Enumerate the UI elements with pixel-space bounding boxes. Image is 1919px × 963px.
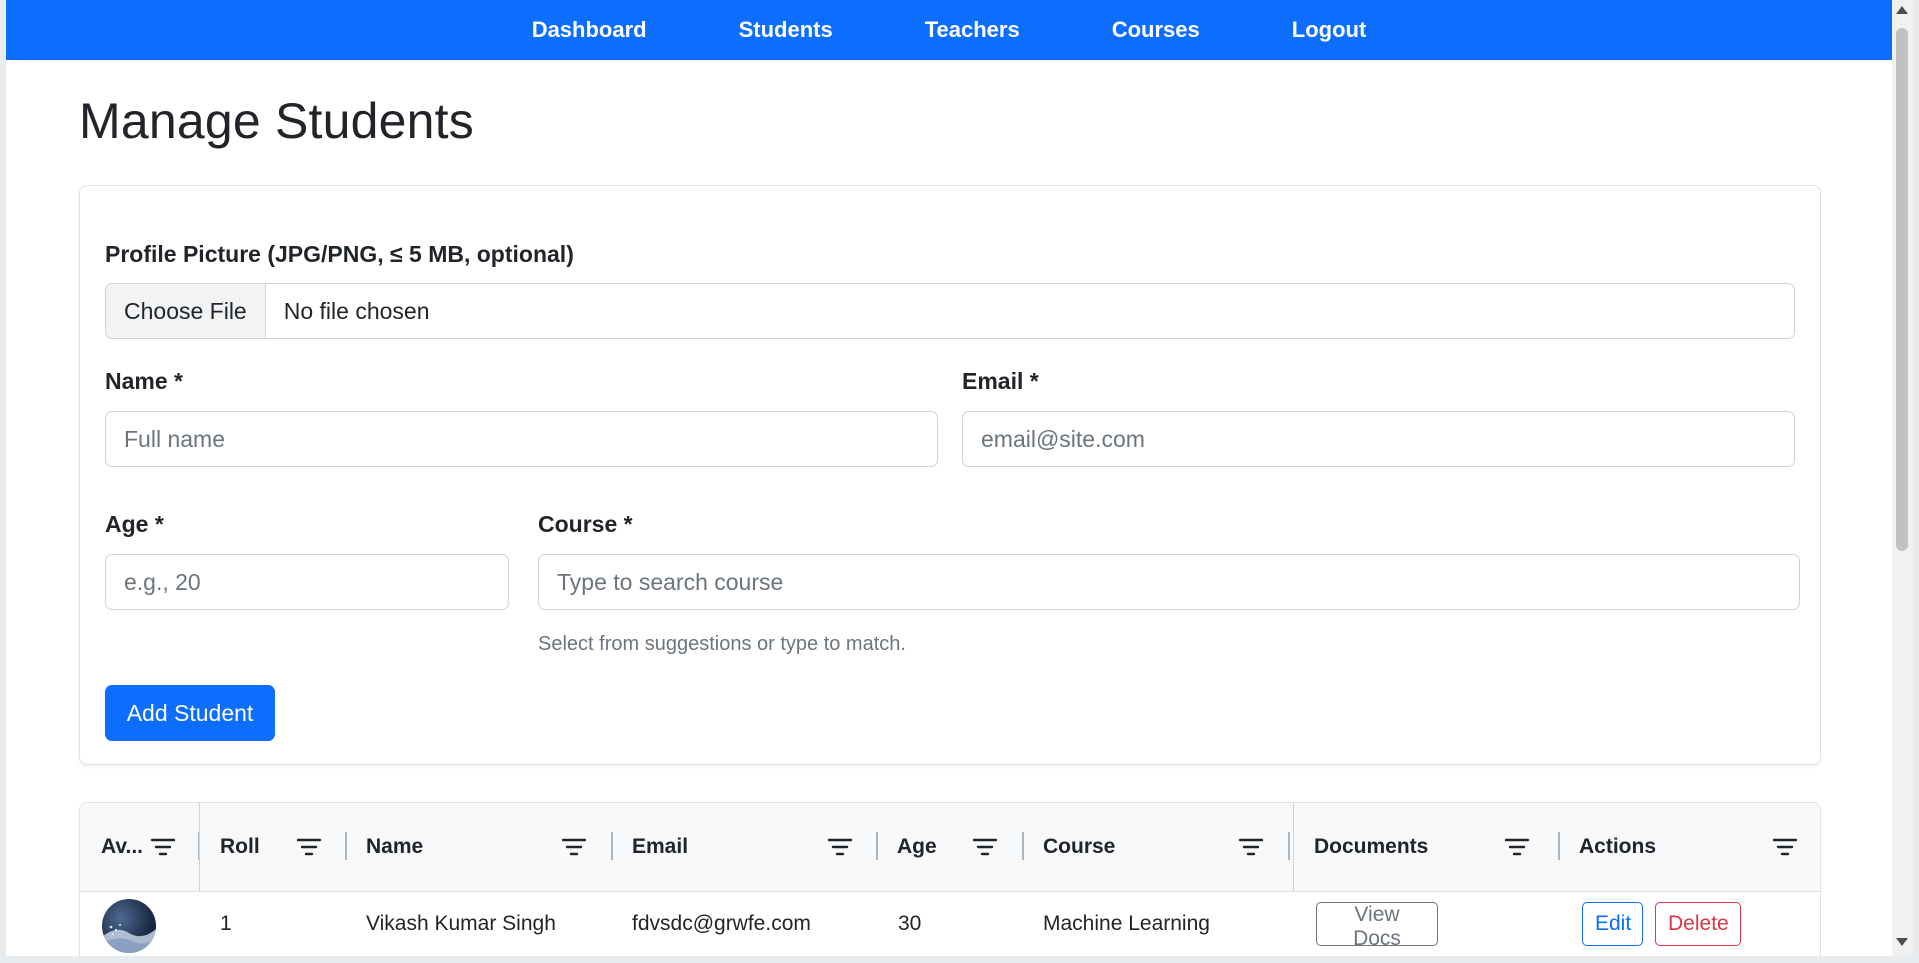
filter-icon[interactable] — [1773, 837, 1797, 857]
name-input[interactable] — [105, 411, 938, 467]
filter-icon[interactable] — [1239, 837, 1263, 857]
col-header-label: Age — [897, 835, 937, 858]
cell-age: 30 — [898, 912, 922, 935]
col-header-avatar[interactable]: Av... — [80, 803, 198, 891]
col-header-label: Email — [632, 835, 689, 858]
col-header-label: Roll — [220, 835, 260, 858]
choose-file-button[interactable]: Choose File — [106, 284, 266, 338]
nav-teachers[interactable]: Teachers — [925, 17, 1020, 43]
col-header-label: Name — [366, 835, 424, 858]
name-label: Name * — [105, 368, 183, 394]
delete-button[interactable]: Delete — [1655, 902, 1741, 946]
col-resize-handle[interactable] — [1288, 832, 1290, 860]
page-title: Manage Students — [79, 93, 474, 149]
email-input[interactable] — [962, 411, 1795, 467]
filter-icon[interactable] — [1505, 837, 1529, 857]
col-header-roll[interactable]: Roll — [199, 803, 345, 891]
col-header-label: Actions — [1579, 835, 1657, 858]
filter-icon[interactable] — [973, 837, 997, 857]
scroll-thumb[interactable] — [1896, 28, 1908, 551]
email-label: Email * — [962, 368, 1039, 394]
avatar — [102, 899, 156, 953]
cell-email: fdvsdc@grwfe.com — [632, 912, 811, 935]
file-status-text: No file chosen — [283, 297, 430, 324]
col-header-age[interactable]: Age — [876, 803, 1022, 891]
filter-icon[interactable] — [828, 837, 852, 857]
page-scrollbar[interactable] — [1892, 0, 1913, 956]
age-label: Age * — [105, 511, 164, 537]
app-viewport: Dashboard Students Teachers Courses Logo… — [6, 0, 1892, 956]
avatar-photo-icon — [102, 924, 156, 953]
scroll-up-arrow-icon[interactable] — [1896, 6, 1908, 14]
filter-icon[interactable] — [562, 837, 586, 857]
cell-course: Machine Learning — [1043, 912, 1210, 935]
students-table: Av... Roll Name Email Age Course Documen… — [79, 802, 1821, 956]
col-header-label: Av... — [101, 835, 144, 858]
course-help-text: Select from suggestions or type to match… — [538, 633, 906, 655]
cell-roll: 1 — [220, 912, 232, 935]
table-row: 1 Vikash Kumar Singh fdvsdc@grwfe.com 30… — [80, 891, 1820, 956]
nav-courses[interactable]: Courses — [1112, 17, 1200, 43]
add-student-form: Profile Picture (JPG/PNG, ≤ 5 MB, option… — [79, 185, 1821, 765]
edit-button[interactable]: Edit — [1582, 902, 1643, 946]
nav-dashboard[interactable]: Dashboard — [532, 17, 647, 43]
nav-logout[interactable]: Logout — [1292, 17, 1367, 43]
age-input[interactable] — [105, 554, 509, 610]
top-navbar: Dashboard Students Teachers Courses Logo… — [6, 0, 1892, 60]
col-header-label: Course — [1043, 835, 1116, 858]
nav-students[interactable]: Students — [739, 17, 833, 43]
profile-picture-label: Profile Picture (JPG/PNG, ≤ 5 MB, option… — [105, 241, 574, 267]
cell-name: Vikash Kumar Singh — [366, 912, 556, 935]
course-label: Course * — [538, 511, 633, 537]
filter-icon[interactable] — [297, 837, 321, 857]
view-docs-button[interactable]: View Docs — [1316, 902, 1438, 950]
table-header: Av... Roll Name Email Age Course Documen… — [80, 803, 1820, 892]
add-student-button[interactable]: Add Student — [105, 685, 275, 741]
filter-icon[interactable] — [151, 837, 175, 857]
profile-picture-file-input[interactable]: Choose File No file chosen — [105, 283, 1795, 339]
scroll-down-arrow-icon[interactable] — [1896, 938, 1908, 946]
col-header-label: Documents — [1314, 835, 1429, 858]
course-search-input[interactable] — [538, 554, 1800, 610]
